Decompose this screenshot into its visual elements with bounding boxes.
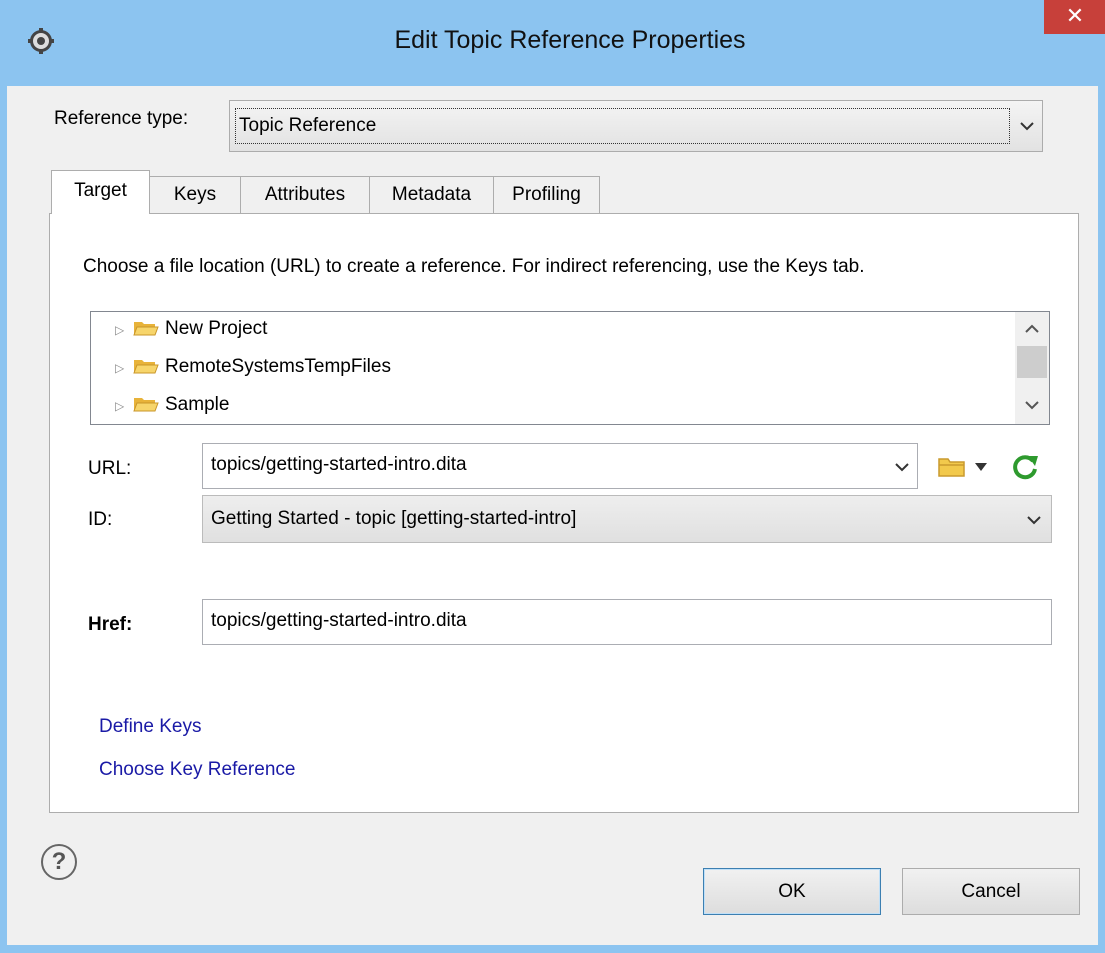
reference-type-select[interactable]: Topic Reference xyxy=(229,100,1043,152)
tab-profiling-label: Profiling xyxy=(512,184,581,205)
chevron-right-icon[interactable]: ▷ xyxy=(115,353,133,383)
tab-keys[interactable]: Keys xyxy=(149,176,241,214)
scroll-up-icon[interactable] xyxy=(1025,324,1039,334)
target-tab-panel: Choose a file location (URL) to create a… xyxy=(49,213,1079,813)
tab-metadata-label: Metadata xyxy=(391,184,472,205)
tab-metadata[interactable]: Metadata xyxy=(369,176,494,214)
instructions-text: Choose a file location (URL) to create a… xyxy=(83,256,865,277)
tab-profiling[interactable]: Profiling xyxy=(493,176,600,214)
file-tree[interactable]: ▷ New Project ▷ RemoteSystemsTempFiles ▷ Sa… xyxy=(90,311,1050,425)
browse-folder-icon[interactable] xyxy=(938,456,966,478)
href-label: Href: xyxy=(88,614,133,635)
close-icon: ✕ xyxy=(1065,3,1085,28)
id-value: Getting Started - topic [getting-started… xyxy=(211,508,577,529)
tree-scrollbar[interactable] xyxy=(1015,312,1049,424)
id-label: ID: xyxy=(88,509,113,530)
url-value: topics/getting-started-intro.dita xyxy=(211,454,467,475)
folder-icon xyxy=(133,322,159,336)
dialog-window: Edit Topic Reference Properties ✕ Refere… xyxy=(0,0,1105,953)
id-select[interactable]: Getting Started - topic [getting-started… xyxy=(202,495,1052,543)
tab-keys-label: Keys xyxy=(173,184,217,205)
help-icon[interactable]: ? xyxy=(41,844,77,880)
scroll-down-icon[interactable] xyxy=(1025,400,1039,410)
tree-item-sample[interactable]: ▷ Sample xyxy=(115,390,229,420)
chevron-down-icon[interactable] xyxy=(895,462,909,472)
chevron-down-icon xyxy=(1027,516,1041,525)
chevron-right-icon[interactable]: ▷ xyxy=(115,391,133,421)
href-input[interactable]: topics/getting-started-intro.dita xyxy=(202,599,1052,645)
folder-icon xyxy=(133,398,159,412)
chevron-right-icon[interactable]: ▷ xyxy=(115,315,133,345)
tab-target[interactable]: Target xyxy=(51,170,150,214)
close-button[interactable]: ✕ xyxy=(1044,0,1105,34)
reference-type-label: Reference type: xyxy=(54,108,189,129)
tree-item-label: RemoteSystemsTempFiles xyxy=(165,356,391,377)
tree-item-remote-systems-temp-files[interactable]: ▷ RemoteSystemsTempFiles xyxy=(115,352,391,382)
url-combo-input[interactable]: topics/getting-started-intro.dita xyxy=(202,443,918,489)
browse-dropdown-icon[interactable] xyxy=(975,463,987,471)
define-keys-link[interactable]: Define Keys xyxy=(99,716,201,738)
window-title: Edit Topic Reference Properties xyxy=(394,26,746,54)
tab-attributes[interactable]: Attributes xyxy=(240,176,370,214)
reference-type-value: Topic Reference xyxy=(235,108,1010,144)
chevron-down-icon xyxy=(1020,122,1034,131)
choose-key-reference-link[interactable]: Choose Key Reference xyxy=(99,759,295,781)
folder-icon xyxy=(133,360,159,374)
scrollbar-thumb[interactable] xyxy=(1017,346,1047,378)
tree-item-label: Sample xyxy=(165,394,230,415)
dialog-content: Reference type: Topic Reference Target K… xyxy=(7,86,1098,945)
ok-button[interactable]: OK xyxy=(703,868,881,915)
cancel-button[interactable]: Cancel xyxy=(902,868,1080,915)
tab-attributes-label: Attributes xyxy=(264,184,346,205)
tree-item-new-project[interactable]: ▷ New Project xyxy=(115,314,267,344)
refresh-icon[interactable] xyxy=(1010,452,1040,482)
url-label: URL: xyxy=(88,458,132,479)
tab-target-label: Target xyxy=(74,180,127,201)
href-value: topics/getting-started-intro.dita xyxy=(211,610,467,631)
title-bar[interactable]: Edit Topic Reference Properties ✕ xyxy=(0,0,1105,86)
tree-item-label: New Project xyxy=(165,318,268,339)
